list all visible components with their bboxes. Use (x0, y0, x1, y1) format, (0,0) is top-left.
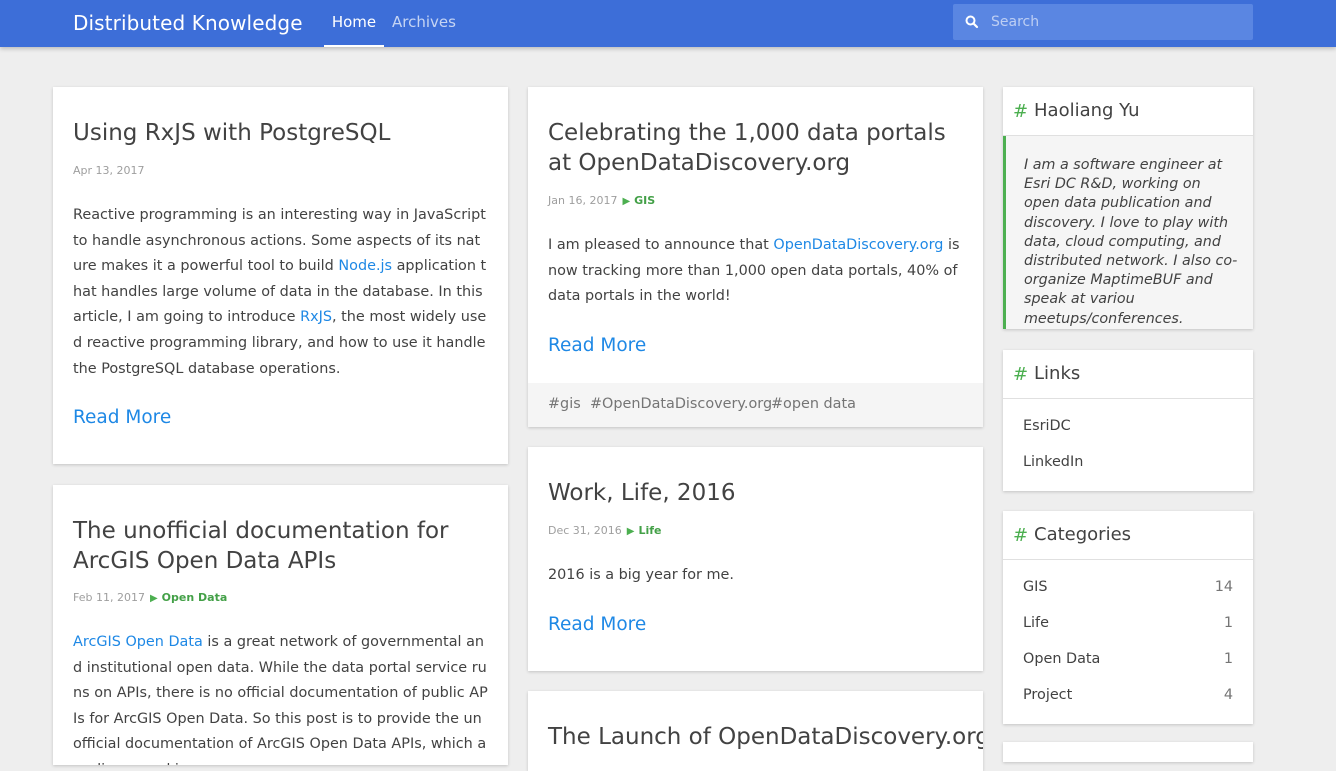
nav-tab-home[interactable]: Home (324, 0, 384, 47)
post-date: Feb 11, 2017 (73, 591, 145, 604)
nodejs-link[interactable]: Node.js (338, 258, 392, 274)
post-category-link[interactable]: GIS (634, 194, 655, 207)
categories-widget: # Categories GIS 14 Life 1 Open Data 1 P… (1003, 511, 1253, 724)
post-meta: Apr 13, 2017 (73, 164, 145, 177)
post-date: Jan 16, 2017 (548, 194, 618, 207)
read-more-link[interactable]: Read More (548, 614, 646, 635)
post-excerpt: Reactive programming is an interesting w… (73, 203, 488, 382)
rxjs-link[interactable]: RxJS (300, 309, 332, 325)
next-widget (1003, 742, 1253, 762)
post-category-link[interactable]: Life (638, 524, 661, 537)
category-name: GIS (1023, 579, 1048, 595)
site-brand-link[interactable]: Distributed Knowledge (73, 11, 303, 35)
link-esridc[interactable]: EsriDC (1023, 418, 1071, 434)
bio-blockquote: I am a software engineer at Esri DC R&D,… (1003, 136, 1253, 329)
hash-icon: # (1013, 525, 1029, 546)
search-icon (965, 15, 979, 29)
category-count: 1 (1223, 615, 1233, 631)
widget-title: # Links (1003, 350, 1253, 399)
post-card: Using RxJS with PostgreSQL Apr 13, 2017 … (53, 87, 508, 464)
read-more-link[interactable]: Read More (548, 335, 646, 356)
category-arrow-icon: ▶ (626, 526, 635, 537)
tag-link[interactable]: #open data (771, 396, 856, 412)
post-title-link[interactable]: Work, Life, 2016 (548, 478, 965, 508)
post-meta: Jan 16, 2017 ▶ GIS (548, 194, 655, 207)
post-title-link[interactable]: The unofficial documentation for ArcGIS … (73, 516, 490, 576)
post-meta: Dec 31, 2016 ▶ Life (548, 524, 662, 537)
post-title-link[interactable]: Using RxJS with PostgreSQL (73, 118, 490, 148)
category-count: 14 (1214, 579, 1233, 595)
post-card: Celebrating the 1,000 data portals at Op… (528, 87, 983, 427)
category-name: Open Data (1023, 651, 1101, 667)
post-excerpt: I am pleased to announce that OpenDataDi… (548, 233, 963, 310)
about-widget: # Haoliang Yu I am a software engineer a… (1003, 87, 1253, 329)
nav-tab-archives[interactable]: Archives (389, 0, 459, 47)
links-title: Links (1034, 363, 1081, 384)
category-item-open-data[interactable]: Open Data 1 (1023, 651, 1233, 667)
category-arrow-icon: ▶ (149, 593, 158, 604)
widget-title: # Categories (1003, 511, 1253, 560)
category-count: 1 (1223, 651, 1233, 667)
category-item-life[interactable]: Life 1 (1023, 615, 1233, 631)
search-input[interactable] (991, 4, 1246, 40)
category-item-project[interactable]: Project 4 (1023, 687, 1233, 703)
links-widget: # Links EsriDC LinkedIn (1003, 350, 1253, 491)
post-meta: Feb 11, 2017 ▶ Open Data (73, 591, 227, 604)
author-bio: I am a software engineer at Esri DC R&D,… (1024, 157, 1238, 327)
post-date: Dec 31, 2016 (548, 524, 622, 537)
tag-link[interactable]: #gis (548, 396, 581, 412)
category-arrow-icon: ▶ (622, 196, 631, 207)
opendatadiscovery-link[interactable]: OpenDataDiscovery.org (773, 237, 943, 253)
excerpt-text: is a great network of governmental and i… (73, 634, 488, 765)
hash-icon: # (1013, 101, 1029, 122)
post-tags: #gis #OpenDataDiscovery.org #open data (528, 383, 983, 427)
categories-title: Categories (1034, 524, 1132, 545)
excerpt-text: I am pleased to announce that (548, 237, 774, 253)
post-category-link[interactable]: Open Data (162, 591, 228, 604)
category-name: Project (1023, 687, 1073, 703)
post-title-link[interactable]: The Launch of OpenDataDiscovery.org (548, 722, 983, 752)
read-more-link[interactable]: Read More (73, 407, 171, 428)
post-card: Work, Life, 2016 Dec 31, 2016 ▶ Life 2016 … (528, 447, 983, 671)
category-item-gis[interactable]: GIS 14 (1023, 579, 1233, 595)
category-count: 4 (1223, 687, 1233, 703)
post-date: Apr 13, 2017 (73, 164, 145, 177)
post-excerpt: ArcGIS Open Data is a great network of g… (73, 630, 488, 765)
widget-title: # Haoliang Yu (1003, 87, 1253, 136)
post-title-link[interactable]: Celebrating the 1,000 data portals at Op… (548, 118, 965, 178)
tag-link[interactable]: #OpenDataDiscovery.org (590, 396, 772, 412)
author-name: Haoliang Yu (1034, 100, 1140, 121)
post-card: The unofficial documentation for ArcGIS … (53, 485, 508, 765)
search-box[interactable] (953, 4, 1253, 40)
category-name: Life (1023, 615, 1049, 631)
hash-icon: # (1013, 364, 1029, 385)
post-card: The Launch of OpenDataDiscovery.org (528, 691, 983, 771)
link-linkedin[interactable]: LinkedIn (1023, 454, 1083, 470)
post-excerpt: 2016 is a big year for me. (548, 567, 734, 583)
arcgis-open-data-link[interactable]: ArcGIS Open Data (73, 634, 203, 650)
top-navbar: Distributed Knowledge Home Archives (0, 0, 1336, 47)
